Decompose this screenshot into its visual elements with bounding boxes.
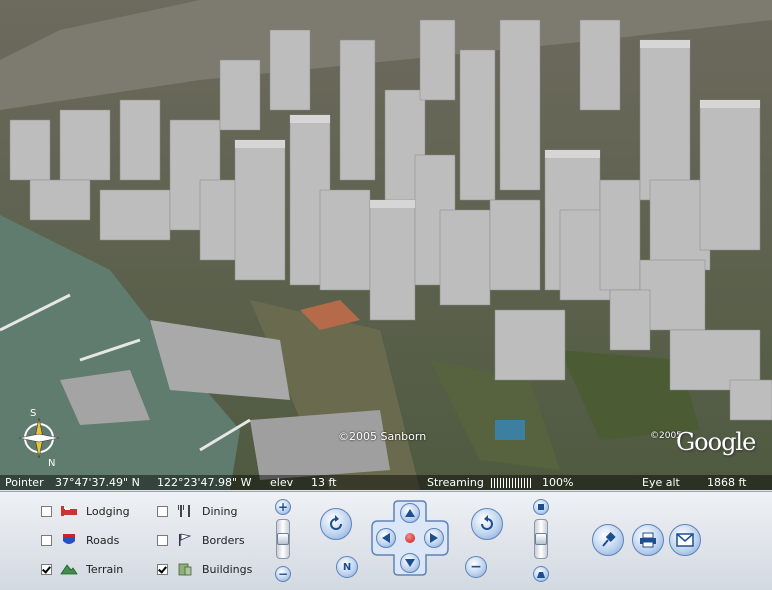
buildings-label: Buildings: [202, 562, 253, 576]
streaming-progress-bar: [491, 478, 533, 488]
printer-icon: [640, 532, 656, 548]
rotate-right-button[interactable]: [471, 508, 503, 540]
elevation-label: elev: [270, 476, 294, 489]
layer-lodging[interactable]: Lodging: [41, 502, 130, 520]
terrain-label: Terrain: [86, 562, 124, 576]
layer-roads[interactable]: Roads: [41, 531, 119, 549]
rotate-left-button[interactable]: [320, 508, 352, 540]
pointer-label: Pointer: [5, 476, 44, 489]
zoom-slider[interactable]: [276, 519, 290, 559]
tilt-up-button[interactable]: [533, 499, 549, 515]
roads-checkbox[interactable]: [41, 534, 52, 546]
tilt-up-icon: [538, 504, 544, 510]
pointer-longitude: 122°23'47.98" W: [157, 476, 252, 489]
print-button[interactable]: [632, 524, 664, 556]
pointer-latitude: 37°47'37.49" N: [55, 476, 140, 489]
rotate-clockwise-icon: [481, 515, 493, 530]
pan-center-button[interactable]: [405, 533, 415, 543]
borders-checkbox[interactable]: [157, 534, 168, 546]
fork-knife-icon: [178, 505, 190, 517]
north-up-button[interactable]: N: [336, 556, 358, 578]
lodging-checkbox[interactable]: [41, 505, 52, 517]
lodging-label: Lodging: [86, 504, 130, 518]
arrow-up-icon: [405, 509, 415, 517]
navigation-panel: Lodging Roads Terrain Dining Borders Bui…: [0, 491, 772, 590]
layer-dining[interactable]: Dining: [157, 502, 238, 520]
tilt-slider-handle[interactable]: [535, 533, 547, 545]
copyright-text: ©2005 Sanborn: [338, 430, 427, 443]
compass-south-letter: S: [30, 408, 37, 419]
tilt-down-icon: [537, 572, 545, 578]
zoom-out-button[interactable]: −: [275, 566, 291, 582]
elevation-value: 13 ft: [311, 476, 337, 489]
status-bar: Pointer 37°47'37.49" N 122°23'47.98" W e…: [0, 475, 772, 490]
dining-label: Dining: [202, 504, 238, 518]
tilt-slider[interactable]: [534, 519, 548, 559]
pan-right-button[interactable]: [424, 528, 444, 548]
envelope-icon: [676, 533, 694, 547]
google-logo: Google: [676, 428, 756, 456]
road-shield-icon: [63, 534, 75, 544]
pan-down-button[interactable]: [400, 553, 420, 573]
arrow-right-icon: [430, 533, 438, 543]
buildings-checkbox[interactable]: [157, 563, 168, 575]
email-button[interactable]: [669, 524, 701, 556]
pan-left-button[interactable]: [376, 528, 396, 548]
zoom-in-button[interactable]: +: [275, 499, 291, 515]
layer-borders[interactable]: Borders: [157, 531, 245, 549]
city-scene: [0, 0, 772, 490]
streaming-label: Streaming: [427, 476, 484, 489]
dining-checkbox[interactable]: [157, 505, 168, 517]
compass-icon[interactable]: N S: [12, 408, 68, 469]
zoom-slider-handle[interactable]: [277, 533, 289, 545]
building-icon: [178, 563, 192, 576]
terrain-checkbox[interactable]: [41, 563, 52, 575]
placemark-button[interactable]: [592, 524, 624, 556]
compass-north-letter: N: [48, 458, 56, 469]
arrow-down-icon: [405, 559, 415, 567]
layer-buildings[interactable]: Buildings: [157, 560, 252, 578]
rotate-counterclockwise-icon: [330, 515, 342, 530]
map-3d-view[interactable]: N S ©2005 Sanborn ©2005 Google Pointer 3…: [0, 0, 772, 490]
tilt-down-button[interactable]: [533, 566, 549, 582]
flag-icon: [179, 533, 192, 546]
roads-label: Roads: [86, 533, 120, 547]
pan-up-button[interactable]: [400, 503, 420, 523]
reset-tilt-button[interactable]: −: [465, 556, 487, 578]
borders-label: Borders: [202, 533, 245, 547]
eye-altitude-label: Eye alt: [642, 476, 680, 489]
streaming-percent: 100%: [542, 476, 574, 489]
eye-altitude-value: 1868 ft: [707, 476, 747, 489]
bed-icon: [61, 506, 77, 516]
mountain-icon: [60, 564, 78, 575]
pushpin-icon: [602, 532, 616, 547]
layer-terrain[interactable]: Terrain: [41, 560, 123, 578]
direction-pad: [370, 499, 450, 577]
arrow-left-icon: [382, 533, 390, 543]
